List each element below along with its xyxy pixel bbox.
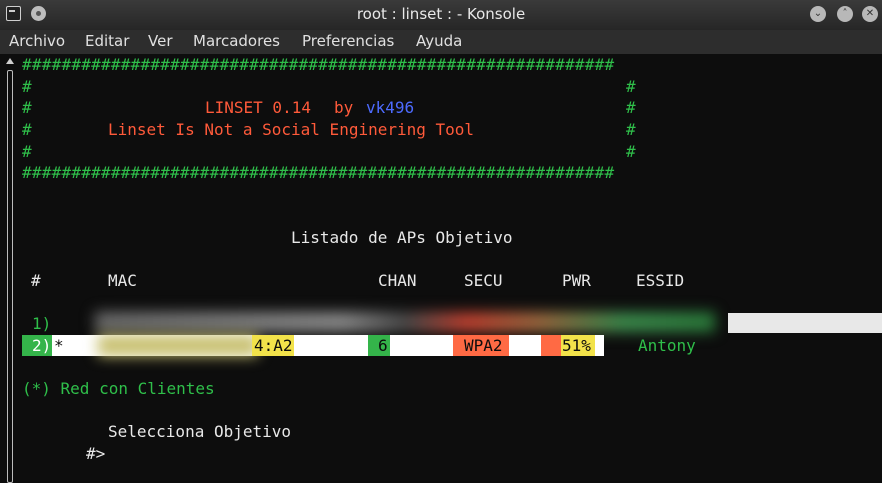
- banner-side-right: #: [626, 77, 636, 96]
- banner-side-left: #: [22, 98, 32, 117]
- row2-pwr-bg-left: [541, 335, 561, 356]
- row2-number: 2): [32, 336, 52, 355]
- banner-side-right: #: [626, 98, 636, 117]
- row2-secu: WPA2: [464, 336, 503, 355]
- banner-side-left: #: [22, 77, 32, 96]
- menu-editar[interactable]: Editar: [85, 32, 129, 50]
- terminal-area[interactable]: [0, 54, 882, 481]
- row1-redacted: [95, 312, 715, 332]
- by-label: by: [334, 98, 354, 117]
- title-bar: root : linset : - Konsole ⌄ ˄ ✕: [0, 0, 882, 30]
- col-essid: ESSID: [636, 271, 685, 290]
- maximize-icon[interactable]: ˄: [837, 6, 853, 22]
- row1-highlight-tail: [728, 313, 882, 333]
- col-pwr: PWR: [562, 271, 591, 290]
- close-icon[interactable]: ✕: [862, 6, 878, 22]
- menu-ayuda[interactable]: Ayuda: [416, 32, 462, 50]
- app-subtitle: Linset Is Not a Social Enginering Tool: [108, 120, 475, 139]
- row2-chan: 6: [378, 336, 388, 355]
- col-number: #: [31, 271, 41, 290]
- banner-top-border: ########################################…: [22, 55, 615, 74]
- command-prompt[interactable]: #>: [86, 444, 105, 464]
- clients-note: (*) Red con Clientes: [22, 379, 215, 398]
- menu-ver[interactable]: Ver: [148, 32, 173, 50]
- banner-side-left: #: [22, 120, 32, 139]
- minimize-icon[interactable]: ⌄: [810, 6, 826, 22]
- menu-archivo[interactable]: Archivo: [9, 32, 65, 50]
- row2-client-mark: *: [54, 336, 64, 355]
- scrollbar[interactable]: [6, 58, 14, 483]
- row2-pwr: 51%: [562, 336, 591, 355]
- row1-number[interactable]: 1): [32, 314, 51, 334]
- col-secu: SECU: [464, 271, 503, 290]
- col-chan: CHAN: [378, 271, 417, 290]
- menu-marcadores[interactable]: Marcadores: [193, 32, 280, 50]
- window-title: root : linset : - Konsole: [356, 5, 526, 23]
- app-name: LINSET 0.14: [205, 98, 311, 117]
- scroll-track[interactable]: [7, 70, 13, 483]
- row2-mac: 4:A2: [254, 336, 293, 355]
- row2-essid: Antony: [638, 336, 696, 355]
- row2-mac-redacted: [98, 335, 258, 356]
- menu-bar: Archivo Editar Ver Marcadores Preferenci…: [0, 30, 882, 54]
- banner-bottom-border: ########################################…: [22, 163, 615, 182]
- banner-side-right: #: [626, 142, 636, 161]
- banner-side-right: #: [626, 120, 636, 139]
- author-name: vk496: [366, 98, 415, 117]
- list-heading: Listado de APs Objetivo: [291, 228, 513, 247]
- col-mac: MAC: [108, 271, 137, 290]
- menu-preferencias[interactable]: Preferencias: [302, 32, 394, 50]
- banner-side-left: #: [22, 142, 32, 161]
- scroll-up-arrow-icon[interactable]: [6, 58, 14, 64]
- select-label: Selecciona Objetivo: [108, 422, 292, 441]
